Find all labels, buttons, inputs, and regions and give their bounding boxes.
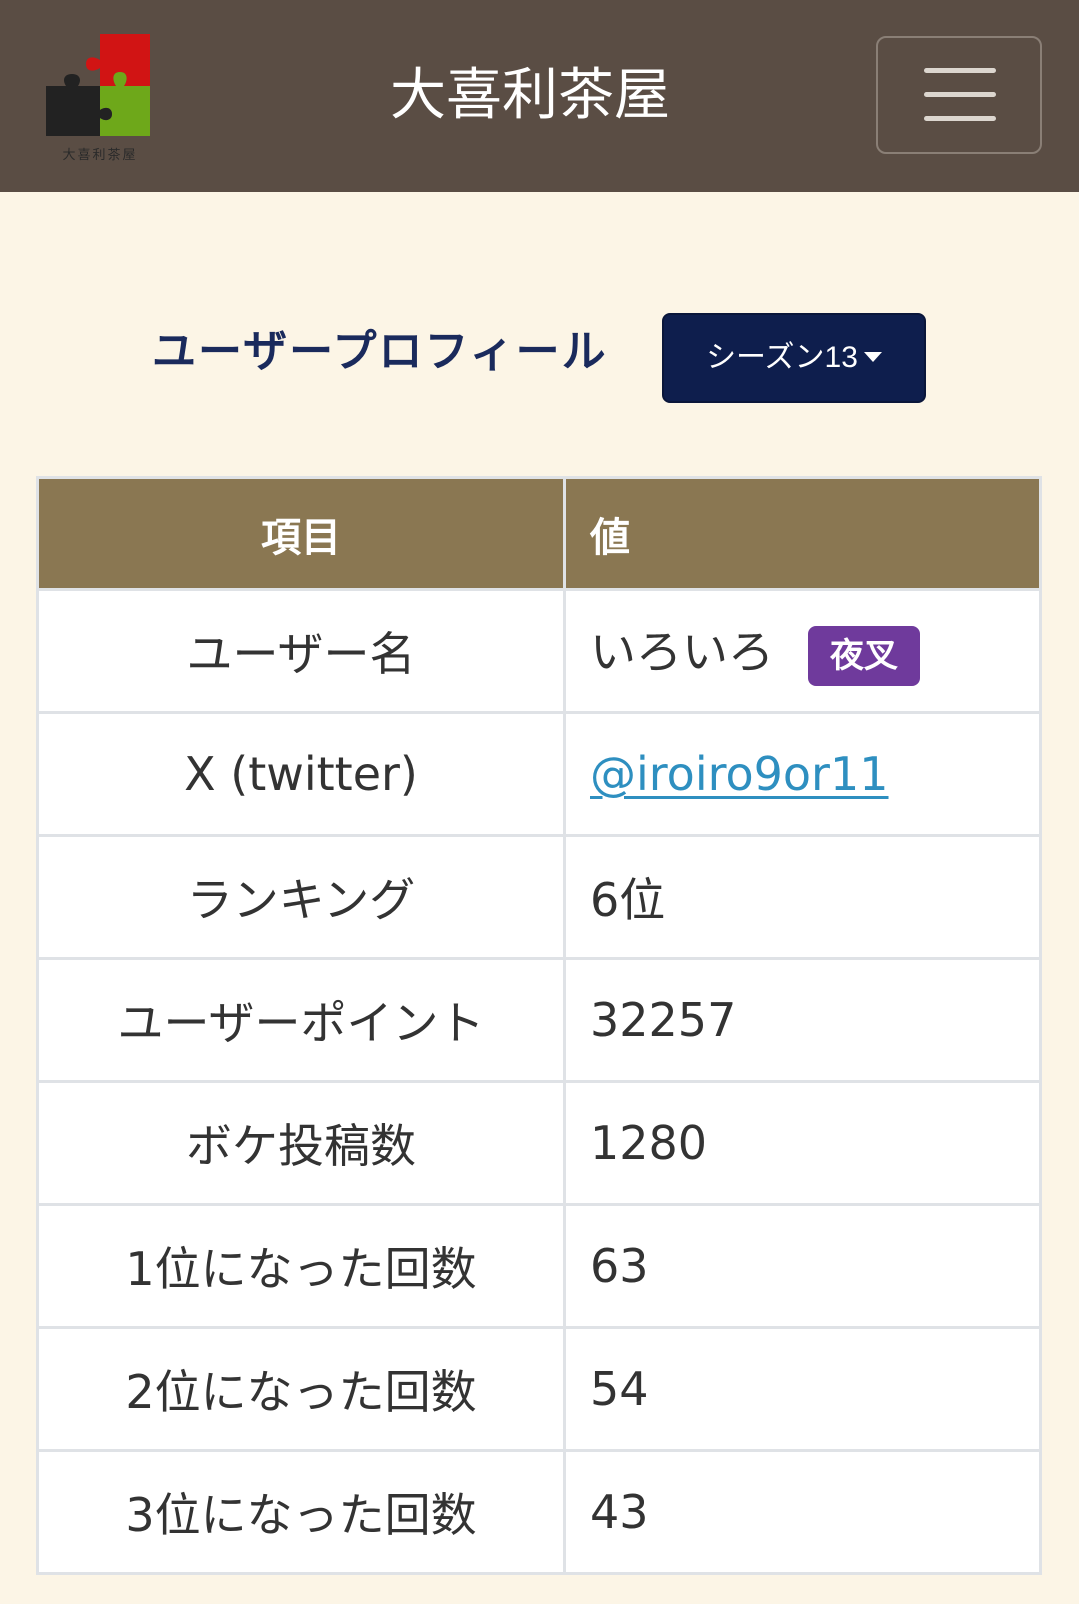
row-key: 3位になった回数 xyxy=(36,1449,566,1575)
hamburger-icon-bar xyxy=(924,92,996,97)
puzzle-logo-icon xyxy=(46,34,150,136)
hamburger-icon-bar xyxy=(924,116,996,121)
caret-down-icon xyxy=(863,352,882,363)
row-key: 2位になった回数 xyxy=(36,1326,566,1452)
twitter-link[interactable]: @iroiro9or11 xyxy=(590,747,889,801)
row-value: 6位 xyxy=(563,834,1042,960)
table-row: 3位になった回数 43 xyxy=(36,1449,1042,1575)
row-key: ユーザーポイント xyxy=(36,957,566,1083)
header-key: 項目 xyxy=(36,476,566,591)
row-key: X (twitter) xyxy=(36,711,566,837)
profile-table: 項目 値 ユーザー名 いろいろ 夜叉 X (twitter) @iroiro9or… xyxy=(36,476,1042,1575)
hamburger-icon xyxy=(924,68,996,73)
page-heading: ユーザープロフィール xyxy=(152,326,608,377)
navbar: 大喜利茶屋 大喜利茶屋 xyxy=(0,0,1079,192)
row-value: 54 xyxy=(563,1326,1042,1452)
header-value: 値 xyxy=(563,476,1042,591)
table-row: X (twitter) @iroiro9or11 xyxy=(36,711,1042,837)
table-row: ランキング 6位 xyxy=(36,834,1042,960)
menu-toggle-button[interactable] xyxy=(876,36,1042,154)
logo-caption: 大喜利茶屋 xyxy=(62,148,138,163)
rank-title-badge: 夜叉 xyxy=(808,625,920,686)
username-value: いろいろ xyxy=(590,625,774,680)
row-value: いろいろ 夜叉 xyxy=(563,588,1042,714)
season-label: シーズン13 xyxy=(706,341,858,374)
row-value: 63 xyxy=(563,1203,1042,1329)
table-header-row: 項目 値 xyxy=(36,476,1042,591)
row-value: 32257 xyxy=(563,957,1042,1083)
row-key: ユーザー名 xyxy=(36,588,566,714)
table-row: ボケ投稿数 1280 xyxy=(36,1080,1042,1206)
row-value: 1280 xyxy=(563,1080,1042,1206)
table-row: 2位になった回数 54 xyxy=(36,1326,1042,1452)
row-key: ランキング xyxy=(36,834,566,960)
row-key: ボケ投稿数 xyxy=(36,1080,566,1206)
table-row: ユーザーポイント 32257 xyxy=(36,957,1042,1083)
table-row: 1位になった回数 63 xyxy=(36,1203,1042,1329)
row-value: 43 xyxy=(563,1449,1042,1575)
table-row: ユーザー名 いろいろ 夜叉 xyxy=(36,588,1042,714)
row-key: 1位になった回数 xyxy=(36,1203,566,1329)
row-value: @iroiro9or11 xyxy=(563,711,1042,837)
brand-title[interactable]: 大喜利茶屋 xyxy=(330,58,730,134)
site-logo[interactable]: 大喜利茶屋 xyxy=(44,32,156,163)
season-dropdown-button[interactable]: シーズン13 xyxy=(662,313,926,403)
